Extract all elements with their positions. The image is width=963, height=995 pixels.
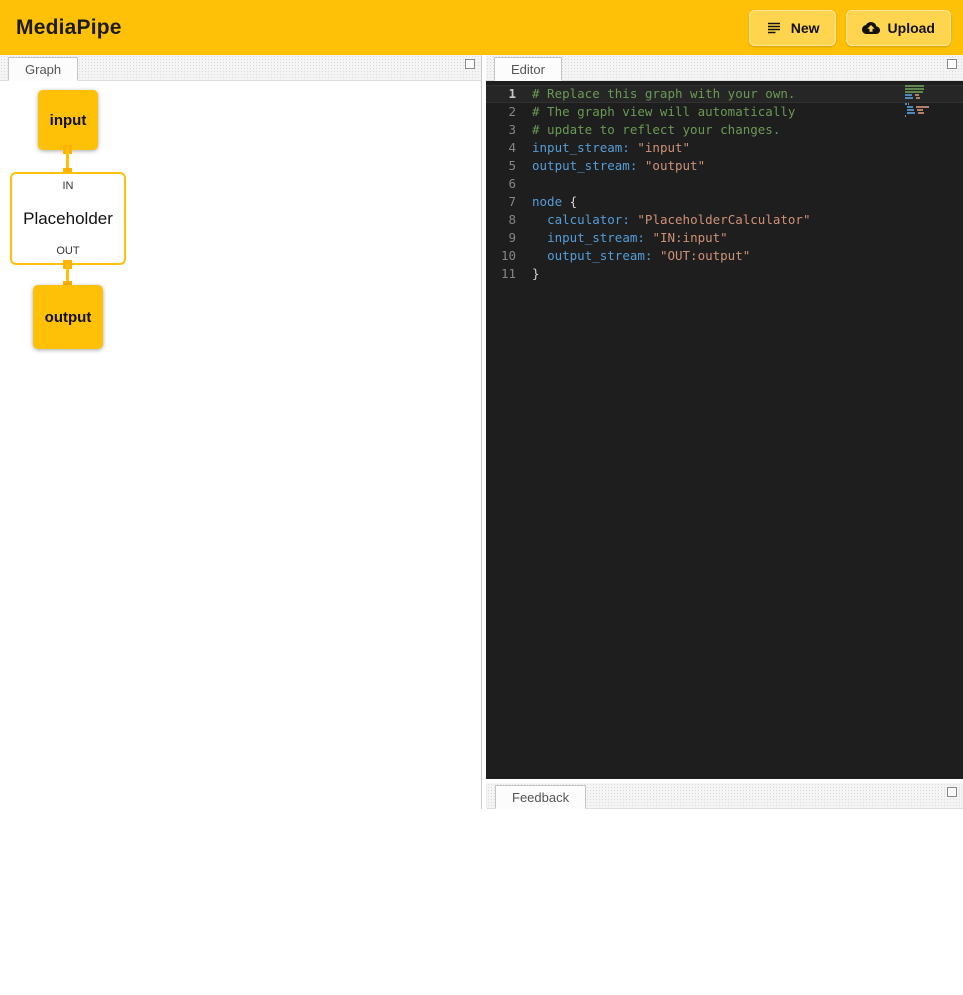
minimap-line [905,106,947,108]
editor-tab[interactable]: Editor [494,57,562,81]
code-line[interactable]: 7node { [486,193,963,211]
minimap-line [905,91,947,93]
graph-node-label: input [50,112,87,129]
minimap-line [905,103,947,105]
code-line[interactable]: 9 input_stream: "IN:input" [486,229,963,247]
feedback-panel-header: Feedback [487,783,963,809]
line-number: 1 [486,85,532,103]
code-line[interactable]: 11} [486,265,963,283]
code-editor[interactable]: 1# Replace this graph with your own.2# T… [486,81,963,779]
main-area: Graph input IN Placeholder OUT [0,55,963,809]
code-text[interactable]: # Replace this graph with your own. [532,85,795,103]
code-text[interactable]: # The graph view will automatically [532,103,795,121]
cloud-upload-icon [862,19,880,37]
menu-icon [765,19,783,37]
code-text[interactable]: input_stream: "IN:input" [532,229,728,247]
code-line[interactable]: 8 calculator: "PlaceholderCalculator" [486,211,963,229]
right-column: Editor 1# Replace this graph with your o… [482,55,963,809]
app-root: MediaPipe New Upload Graph [0,0,963,809]
line-number: 7 [486,193,532,211]
graph-panel-header: Graph [0,55,481,81]
line-number: 11 [486,265,532,283]
app-header: MediaPipe New Upload [0,0,963,55]
minimap-line [905,85,947,87]
line-number: 5 [486,157,532,175]
minimap-line [905,112,947,114]
feedback-panel: Feedback [486,783,963,809]
code-line[interactable]: 6 [486,175,963,193]
line-number: 6 [486,175,532,193]
graph-node-input[interactable]: input [38,90,98,150]
code-line[interactable]: 3# update to reflect your changes. [486,121,963,139]
code-line[interactable]: 5output_stream: "output" [486,157,963,175]
graph-node-label: output [45,309,92,326]
code-text[interactable]: calculator: "PlaceholderCalculator" [532,211,810,229]
graph-canvas[interactable]: input IN Placeholder OUT output [0,81,481,809]
line-number: 10 [486,247,532,265]
minimap-line [905,100,947,102]
new-button-label: New [791,20,820,36]
minimap-line [905,109,947,111]
out-port-label: OUT [56,245,79,257]
code-text[interactable]: output_stream: "output" [532,157,705,175]
maximize-icon[interactable] [465,59,475,69]
code-text[interactable]: input_stream: "input" [532,139,690,157]
minimap-line [905,115,947,117]
code-line[interactable]: 4input_stream: "input" [486,139,963,157]
line-number: 8 [486,211,532,229]
minimap-line [905,97,947,99]
app-title: MediaPipe [16,16,122,40]
editor-panel: Editor 1# Replace this graph with your o… [486,55,963,779]
editor-panel-header: Editor [486,55,963,81]
graph-node-label: Placeholder [23,209,113,229]
in-port-label: IN [63,180,74,192]
maximize-icon[interactable] [947,59,957,69]
graph-node-output[interactable]: output [33,285,103,349]
graph-node-placeholder[interactable]: IN Placeholder OUT [10,172,126,265]
header-actions: New Upload [749,10,951,46]
maximize-icon[interactable] [947,787,957,797]
code-text[interactable]: node { [532,193,577,211]
code-line[interactable]: 10 output_stream: "OUT:output" [486,247,963,265]
minimap[interactable] [905,85,947,117]
feedback-tab[interactable]: Feedback [495,785,586,809]
new-button[interactable]: New [749,10,836,46]
graph-tab[interactable]: Graph [8,57,78,81]
code-line[interactable]: 2# The graph view will automatically [486,103,963,121]
code-text[interactable]: } [532,265,540,283]
code-line[interactable]: 1# Replace this graph with your own. [486,85,963,103]
code-text[interactable]: # update to reflect your changes. [532,121,780,139]
graph-panel: Graph input IN Placeholder OUT [0,55,482,809]
code-lines: 1# Replace this graph with your own.2# T… [486,85,963,283]
minimap-line [905,94,947,96]
upload-button-label: Upload [888,20,935,36]
code-text[interactable]: output_stream: "OUT:output" [532,247,750,265]
line-number: 2 [486,103,532,121]
minimap-line [905,88,947,90]
line-number: 9 [486,229,532,247]
upload-button[interactable]: Upload [846,10,951,46]
line-number: 3 [486,121,532,139]
line-number: 4 [486,139,532,157]
